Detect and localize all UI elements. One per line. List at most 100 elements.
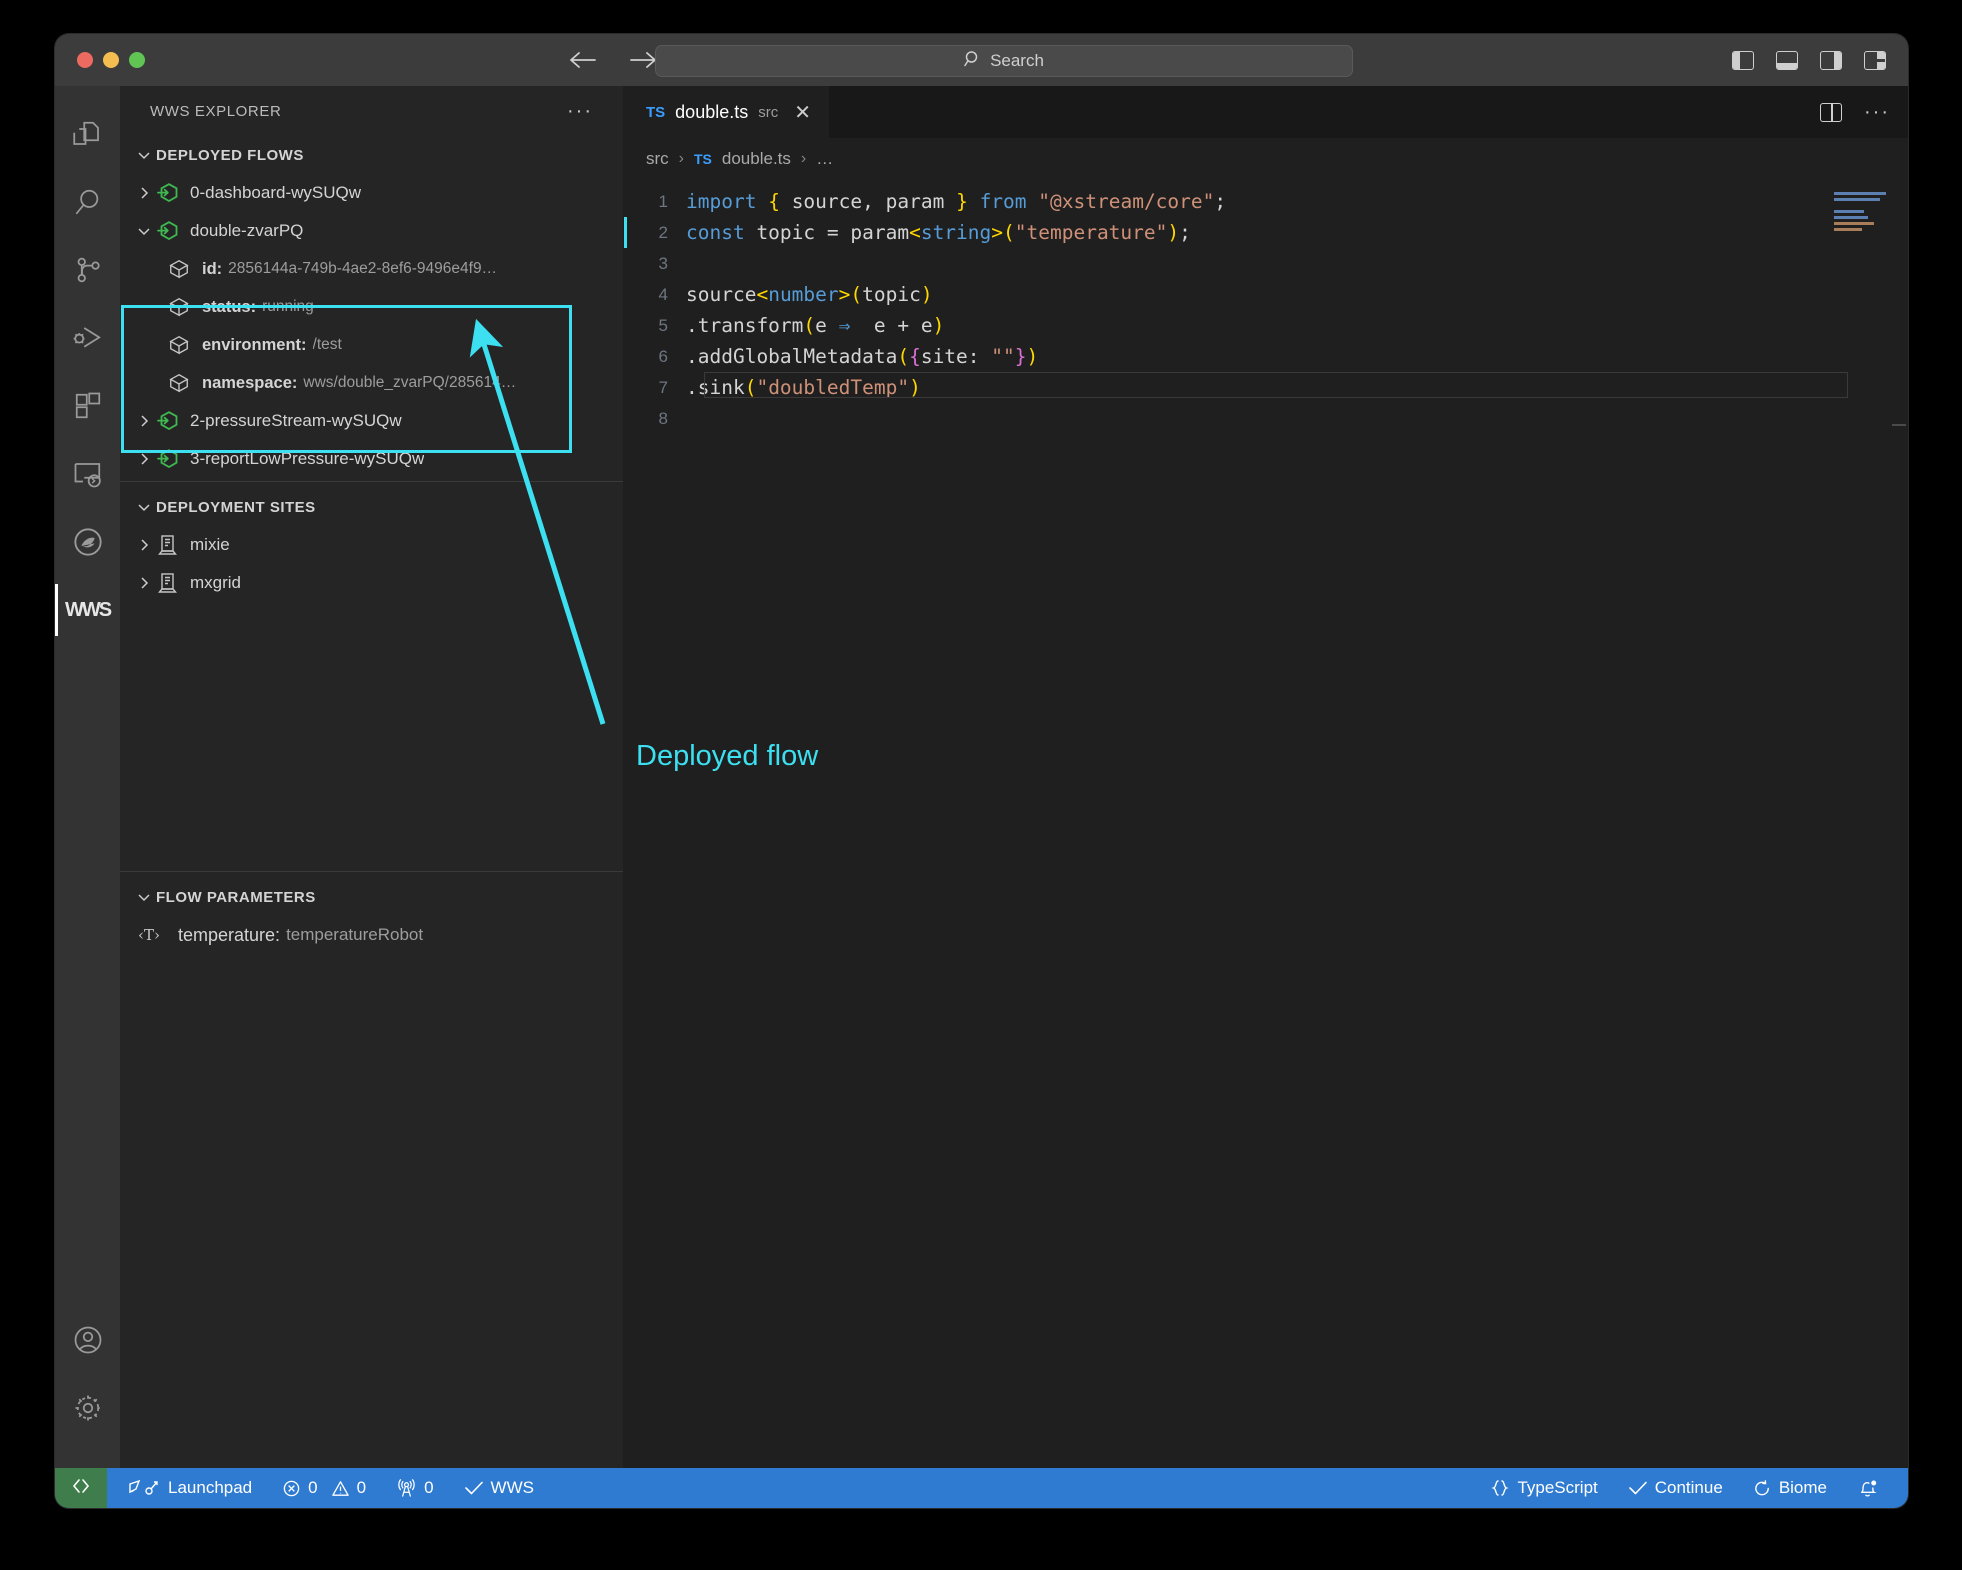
status-biome[interactable]: Biome: [1741, 1468, 1839, 1508]
section-header-deployed-flows[interactable]: DEPLOYED FLOWS: [120, 136, 623, 174]
sidebar-item-run-and-debug[interactable]: [55, 304, 120, 372]
arrow-left-icon[interactable]: [567, 49, 597, 71]
account-button[interactable]: [55, 1306, 120, 1374]
window-controls[interactable]: [77, 52, 145, 68]
line-number: 7: [658, 378, 668, 397]
flow-property-id[interactable]: id: 2856144a-749b-4ae2-8ef6-9496e4f9…: [120, 250, 623, 288]
code-line: 8: [624, 403, 1908, 434]
swirl-icon: [72, 526, 104, 558]
warning-count: 0: [356, 1478, 367, 1497]
chevron-right-icon[interactable]: [132, 538, 156, 552]
annotation-label: Deployed flow: [636, 740, 819, 772]
flow-row-double-zvarPQ[interactable]: double-zvarPQ: [120, 212, 623, 250]
minimize-window-button[interactable]: [103, 52, 119, 68]
gear-icon: [73, 1393, 103, 1423]
flow-label: double-zvarPQ: [190, 221, 304, 240]
minimap[interactable]: [1834, 192, 1890, 256]
flow-row-0-dashboard[interactable]: 0-dashboard-wySUQw: [120, 174, 623, 212]
sidebar-item-source-control[interactable]: [55, 236, 120, 304]
line-number: 4: [658, 285, 668, 304]
code-text: source<number>(topic): [686, 283, 933, 306]
search-input[interactable]: Search: [655, 45, 1353, 77]
toggle-primary-sidebar-icon[interactable]: [1732, 50, 1754, 70]
status-problems[interactable]: 0 0: [270, 1468, 378, 1508]
close-icon[interactable]: ✕: [794, 103, 811, 123]
toggle-panel-icon[interactable]: [1776, 50, 1798, 70]
customize-layout-icon[interactable]: [1864, 50, 1886, 70]
sidebar-item-wws[interactable]: WWS: [55, 576, 120, 644]
sidebar-item-flink[interactable]: [55, 508, 120, 576]
activity-bar: WWS: [55, 86, 120, 1468]
tab-label: double.ts: [675, 102, 749, 122]
status-notifications[interactable]: [1845, 1468, 1890, 1508]
status-label: Continue: [1654, 1478, 1723, 1497]
status-launchpad[interactable]: Launchpad: [115, 1468, 264, 1508]
more-actions-icon[interactable]: ···: [1864, 101, 1890, 124]
chevron-down-icon: [132, 500, 156, 514]
close-window-button[interactable]: [77, 52, 93, 68]
sidebar-item-extensions[interactable]: [55, 372, 120, 440]
flow-property-namespace[interactable]: namespace: wws/double_zvarPQ/285614…: [120, 364, 623, 402]
flow-property-status[interactable]: status: running: [120, 288, 623, 326]
property-value: 2856144a-749b-4ae2-8ef6-9496e4f9…: [228, 260, 498, 277]
code-line: 2 const topic = param<string>("temperatur…: [624, 217, 1908, 248]
settings-button[interactable]: [55, 1374, 120, 1442]
status-label: TypeScript: [1517, 1478, 1598, 1497]
site-row-mixie[interactable]: mixie: [120, 526, 623, 564]
error-count: 0: [308, 1478, 318, 1497]
extensions-icon: [73, 391, 103, 421]
breadcrumb-item-symbol[interactable]: …: [816, 149, 833, 169]
cursor-line-marker: [624, 217, 627, 248]
layout-buttons: [1732, 34, 1886, 86]
flow-property-environment[interactable]: environment: /test: [120, 326, 623, 364]
flow-row-2-pressureStream[interactable]: 2-pressureStream-wySUQw: [120, 402, 623, 440]
breadcrumb-item-file[interactable]: double.ts: [722, 149, 791, 169]
code-line: 1 import { source, param } from "@xstream…: [624, 186, 1908, 217]
toggle-secondary-sidebar-icon[interactable]: [1820, 50, 1842, 70]
parameter-value: temperatureRobot: [286, 925, 424, 944]
status-language-mode[interactable]: TypeScript: [1478, 1468, 1609, 1508]
flow-icon: [156, 409, 190, 433]
chevron-down-icon: [132, 148, 156, 162]
split-editor-icon[interactable]: [1820, 102, 1843, 122]
chevron-right-icon[interactable]: [132, 576, 156, 590]
status-label: Biome: [1778, 1478, 1827, 1497]
code-line: 3: [624, 248, 1908, 279]
code-text: .transform(e ⇒ e + e): [686, 314, 945, 337]
property-key: namespace:: [202, 373, 298, 392]
site-row-mxgrid[interactable]: mxgrid: [120, 564, 623, 602]
sidebar-more-actions-icon[interactable]: ···: [567, 100, 609, 123]
scrollbar-marker[interactable]: [1892, 424, 1906, 426]
chevron-down-icon[interactable]: [132, 224, 156, 238]
tab-double-ts[interactable]: TS double.ts src ✕: [624, 86, 829, 138]
status-wws[interactable]: WWS: [452, 1468, 546, 1508]
code-editor[interactable]: 1 import { source, param } from "@xstream…: [624, 180, 1908, 1468]
flow-row-3-reportLowPressure[interactable]: 3-reportLowPressure-wySUQw: [120, 440, 623, 478]
status-bar-left: Launchpad 0 0 0 WWS: [115, 1468, 546, 1508]
section-label: FLOW PARAMETERS: [156, 888, 316, 906]
parameter-row-temperature[interactable]: ‹T› temperature: temperatureRobot: [120, 916, 623, 954]
remote-window-indicator[interactable]: [55, 1468, 107, 1508]
section-header-deployment-sites[interactable]: DEPLOYMENT SITES: [120, 488, 623, 526]
chevron-right-icon[interactable]: [132, 452, 156, 466]
code-text: import { source, param } from "@xstream/…: [686, 190, 1227, 213]
sidebar-item-explorer[interactable]: [55, 100, 120, 168]
section-header-flow-parameters[interactable]: FLOW PARAMETERS: [120, 878, 623, 916]
wws-explorer-sidebar: WWS EXPLORER ··· DEPLOYED FLOWS 0-dashbo…: [120, 86, 624, 1468]
navigation-buttons: [567, 34, 659, 86]
sidebar-item-search[interactable]: [55, 168, 120, 236]
status-radio-tower[interactable]: 0: [384, 1468, 445, 1508]
site-label: mixie: [190, 535, 230, 554]
status-continue[interactable]: Continue: [1616, 1468, 1735, 1508]
maximize-window-button[interactable]: [129, 52, 145, 68]
parameter-key: temperature:: [178, 924, 281, 945]
deployment-sites-pane: DEPLOYMENT SITES mixie mxgrid: [120, 481, 623, 871]
run-debug-icon: [73, 323, 103, 353]
code-text: .addGlobalMetadata({site: ""}): [686, 345, 1039, 368]
breadcrumb-separator: ›: [678, 150, 684, 167]
chevron-right-icon[interactable]: [132, 186, 156, 200]
chevron-right-icon[interactable]: [132, 414, 156, 428]
sidebar-item-remote-explorer[interactable]: [55, 440, 120, 508]
flow-parameters-pane: FLOW PARAMETERS ‹T› temperature: tempera…: [120, 871, 623, 1468]
breadcrumb-item-src[interactable]: src: [646, 149, 669, 169]
